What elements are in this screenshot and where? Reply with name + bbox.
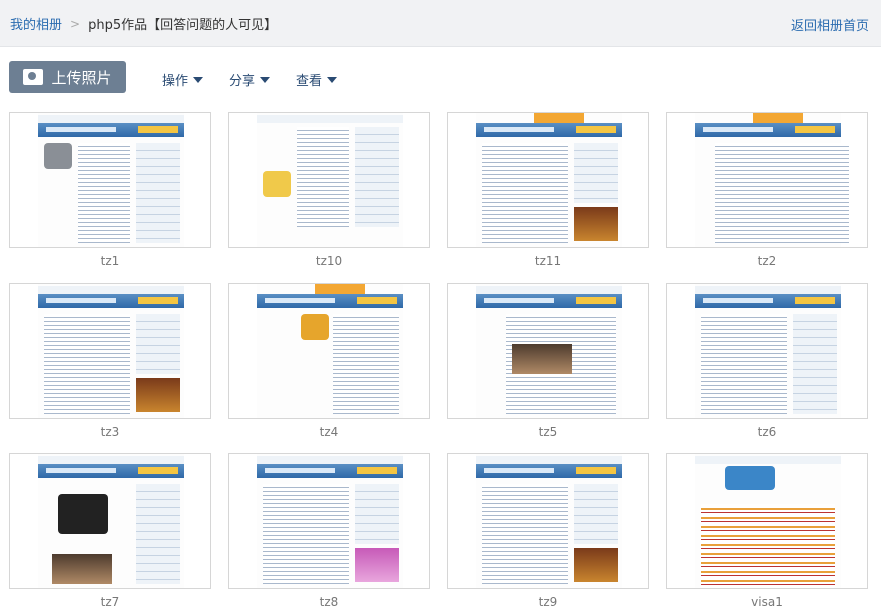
- photo-thumbnail[interactable]: [447, 283, 649, 419]
- photo-caption[interactable]: tz2: [666, 254, 868, 268]
- image-icon: [23, 69, 44, 85]
- photo-caption[interactable]: tz1: [9, 254, 211, 268]
- view-menu[interactable]: 查看: [296, 70, 338, 89]
- top-bar: 我的相册 > php5作品【回答问题的人可见】 返回相册首页: [0, 0, 881, 47]
- photo-item: tz4: [228, 283, 430, 439]
- photo-caption[interactable]: tz10: [228, 254, 430, 268]
- chevron-down-icon: [193, 76, 204, 83]
- photo-caption[interactable]: tz7: [9, 595, 211, 609]
- photo-item: tz1: [9, 112, 211, 268]
- photo-item: tz5: [447, 283, 649, 439]
- photo-thumbnail[interactable]: [666, 453, 868, 589]
- album-title: php5作品【回答问题的人可见】: [88, 18, 278, 33]
- back-to-albums-link[interactable]: 返回相册首页: [791, 15, 869, 34]
- photo-item: tz2: [666, 112, 868, 268]
- photo-item: tz9: [447, 453, 649, 609]
- view-menu-label: 查看: [296, 74, 323, 89]
- photo-caption[interactable]: tz4: [228, 425, 430, 439]
- photo-thumbnail[interactable]: [228, 112, 430, 248]
- photo-caption[interactable]: tz11: [447, 254, 649, 268]
- chevron-down-icon: [260, 76, 271, 83]
- photo-thumbnail[interactable]: [9, 453, 211, 589]
- photo-thumbnail[interactable]: [666, 112, 868, 248]
- photo-thumbnail[interactable]: [666, 283, 868, 419]
- photo-caption[interactable]: tz3: [9, 425, 211, 439]
- photo-thumbnail[interactable]: [9, 283, 211, 419]
- photo-item: tz8: [228, 453, 430, 609]
- photo-caption[interactable]: tz9: [447, 595, 649, 609]
- photo-thumbnail[interactable]: [447, 453, 649, 589]
- chevron-down-icon: [327, 76, 338, 83]
- photo-item: visa1: [666, 453, 868, 609]
- photo-item: tz7: [9, 453, 211, 609]
- operate-menu-label: 操作: [162, 74, 189, 89]
- photo-thumbnail[interactable]: [228, 453, 430, 589]
- photo-caption[interactable]: tz6: [666, 425, 868, 439]
- photo-item: tz3: [9, 283, 211, 439]
- photo-item: tz10: [228, 112, 430, 268]
- photo-item: tz11: [447, 112, 649, 268]
- photo-caption[interactable]: tz5: [447, 425, 649, 439]
- breadcrumb: 我的相册 > php5作品【回答问题的人可见】: [10, 14, 278, 34]
- photo-caption[interactable]: tz8: [228, 595, 430, 609]
- operate-menu[interactable]: 操作: [162, 70, 204, 89]
- breadcrumb-separator: >: [70, 16, 81, 31]
- upload-photo-button[interactable]: 上传照片: [9, 61, 126, 93]
- photo-thumbnail[interactable]: [447, 112, 649, 248]
- photo-caption[interactable]: visa1: [666, 595, 868, 609]
- upload-photo-label: 上传照片: [51, 68, 112, 87]
- share-menu-label: 分享: [229, 74, 256, 89]
- photo-thumbnail[interactable]: [9, 112, 211, 248]
- share-menu[interactable]: 分享: [229, 70, 271, 89]
- photo-thumbnail[interactable]: [228, 283, 430, 419]
- breadcrumb-home-link[interactable]: 我的相册: [10, 14, 62, 33]
- photo-item: tz6: [666, 283, 868, 439]
